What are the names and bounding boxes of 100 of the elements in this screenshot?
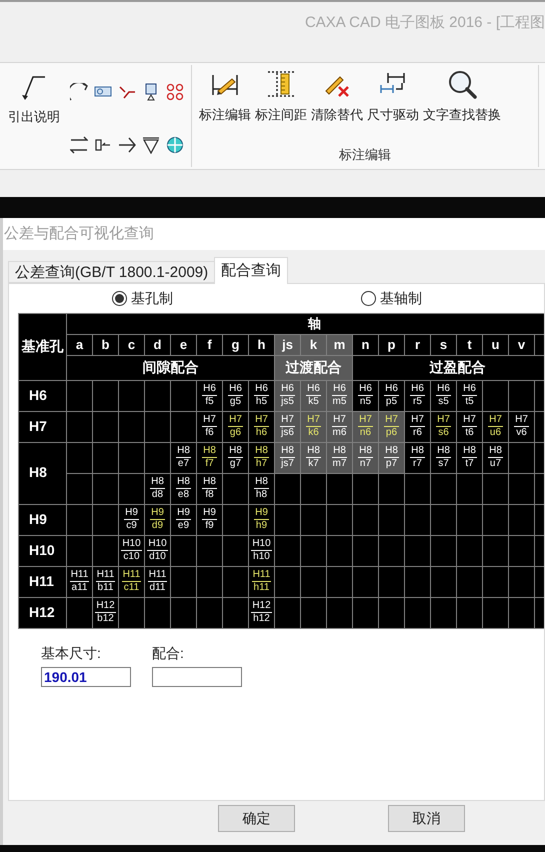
fit-label: H8 e7: [176, 445, 191, 470]
table-cell[interactable]: H9 e9: [170, 504, 196, 535]
table-cell[interactable]: H7 g6: [222, 411, 248, 442]
table-cell[interactable]: H7 p6: [378, 411, 404, 442]
fit-label: H7 s6: [436, 414, 451, 439]
dialog-button[interactable]: 取消: [388, 805, 465, 832]
leader-button[interactable]: 引出说明: [4, 71, 64, 131]
table-cell[interactable]: H8 js7: [274, 442, 300, 473]
fit-label: H7 h6: [254, 414, 269, 439]
table-cell[interactable]: H7 js6: [274, 411, 300, 442]
column-header: k: [300, 334, 326, 355]
table-cell[interactable]: H8 f8: [196, 473, 222, 504]
fit-label: H6 js5: [280, 383, 295, 408]
table-cell[interactable]: H6 m5: [326, 380, 352, 411]
table-cell[interactable]: H6 n5: [352, 380, 378, 411]
fit-label: H9 h9: [254, 507, 269, 532]
table-cell[interactable]: H8 r7: [404, 442, 430, 473]
radio-button[interactable]: 基孔制: [112, 288, 361, 309]
tool-button[interactable]: [70, 136, 88, 154]
column-header: h: [248, 334, 274, 355]
table-cell[interactable]: H9 f9: [196, 504, 222, 535]
table-cell[interactable]: H8 k7: [300, 442, 326, 473]
ruler-icon: [266, 69, 296, 99]
radio-circle[interactable]: [112, 291, 127, 306]
tab[interactable]: 配合查询: [214, 257, 288, 284]
fit-label: H7 t6: [462, 414, 477, 439]
table-cell[interactable]: H7 k6: [300, 411, 326, 442]
table-cell[interactable]: H6 p5: [378, 380, 404, 411]
fit-label: H8 n7: [358, 445, 373, 470]
table-cell[interactable]: H6 h5: [248, 380, 274, 411]
table-cell[interactable]: H8 s7: [430, 442, 456, 473]
fit-label: H6 f5: [202, 383, 217, 408]
fit-label: H7 u6: [488, 414, 503, 439]
column-header: js: [274, 334, 300, 355]
column-header: t: [456, 334, 482, 355]
fit-label: H6 t5: [462, 383, 477, 408]
ribbon-tool-button[interactable]: 清除替代: [310, 69, 364, 131]
table-cell[interactable]: H7 r6: [404, 411, 430, 442]
table-cell[interactable]: H7 m6: [326, 411, 352, 442]
group-label: 标注编辑: [339, 146, 391, 164]
table-cell[interactable]: H6 s5: [430, 380, 456, 411]
table-cell[interactable]: H8 u7: [482, 442, 508, 473]
column-header: f: [196, 334, 222, 355]
table-cell[interactable]: H9 h9: [248, 504, 274, 535]
column-header: s: [430, 334, 456, 355]
table-cell[interactable]: H6 k5: [300, 380, 326, 411]
input-field[interactable]: 190.01: [41, 666, 131, 686]
dialog-button[interactable]: 确定: [218, 805, 295, 832]
row-header: H8: [29, 464, 47, 480]
table-cell[interactable]: H9 c9: [118, 504, 144, 535]
table-cell[interactable]: H8 m7: [326, 442, 352, 473]
tool-button[interactable]: [166, 136, 184, 154]
fit-label: H7 k6: [306, 414, 321, 439]
table-cell[interactable]: H7 t6: [456, 411, 482, 442]
table-cell[interactable]: H7 h6: [248, 411, 274, 442]
ribbon-tool-button[interactable]: 标注间距: [254, 69, 308, 131]
ribbon-tool-button[interactable]: 文字查找替换: [422, 69, 502, 131]
tool-button[interactable]: [142, 136, 160, 154]
tool-button[interactable]: [70, 83, 88, 101]
table-cell[interactable]: H6 f5: [196, 380, 222, 411]
table-cell[interactable]: H6 r5: [404, 380, 430, 411]
fit-label: H7 v6: [514, 414, 529, 439]
table-cell[interactable]: H8 p7: [378, 442, 404, 473]
fit-label: H6 p5: [384, 383, 399, 408]
table-cell[interactable]: H7 u6: [482, 411, 508, 442]
column-header: g: [222, 334, 248, 355]
table-cell[interactable]: H8 h8: [248, 473, 274, 504]
row-header: H7: [29, 418, 47, 434]
group-header: 过渡配合: [286, 358, 342, 374]
table-cell[interactable]: H7 s6: [430, 411, 456, 442]
table-cell[interactable]: H8 h7: [248, 442, 274, 473]
table-cell[interactable]: H8 f7: [196, 442, 222, 473]
tab[interactable]: 公差查询(GB/T 1800.1-2009): [8, 261, 214, 283]
fit-label: H6 r5: [410, 383, 425, 408]
ribbon-tool-button[interactable]: 尺寸驱动: [366, 69, 420, 131]
input-field[interactable]: [152, 666, 242, 686]
axis-header: 轴: [308, 316, 321, 331]
table-cell[interactable]: H7 n6: [352, 411, 378, 442]
table-cell[interactable]: H8 e8: [170, 473, 196, 504]
table-cell[interactable]: H7 f6: [196, 411, 222, 442]
column-header: u: [482, 334, 508, 355]
table-cell[interactable]: H6 g5: [222, 380, 248, 411]
table-cell[interactable]: H8 e7: [170, 442, 196, 473]
table-cell[interactable]: H8 n7: [352, 442, 378, 473]
table-cell[interactable]: H7 v6: [508, 411, 534, 442]
fit-label: H8 k7: [306, 445, 321, 470]
table-cell[interactable]: H6 t5: [456, 380, 482, 411]
fit-label: H8 r7: [410, 445, 425, 470]
table-cell[interactable]: H8 t7: [456, 442, 482, 473]
column-header: d: [144, 334, 170, 355]
ribbon-tool-button[interactable]: 标注编辑: [198, 69, 252, 131]
tool-button[interactable]: [118, 136, 136, 154]
table-cell[interactable]: H8 g7: [222, 442, 248, 473]
fit-label: H8 f7: [202, 445, 217, 470]
table-cell[interactable]: H9 d9: [144, 504, 170, 535]
right-arrow-icon: [118, 136, 136, 154]
table-cell[interactable]: H6 js5: [274, 380, 300, 411]
fit-label: H8 d8: [150, 476, 165, 501]
radio-button[interactable]: 基轴制: [361, 288, 422, 309]
table-cell[interactable]: H8 d8: [144, 473, 170, 504]
